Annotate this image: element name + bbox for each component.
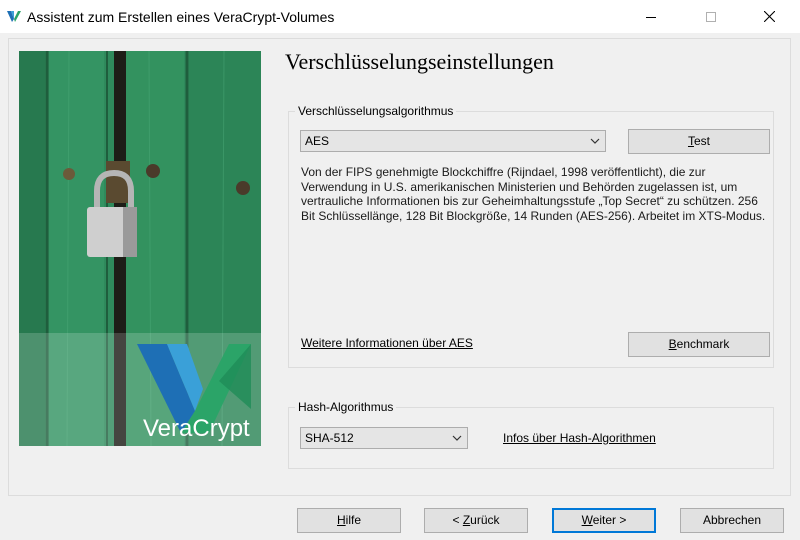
test-button-label: est bbox=[693, 134, 710, 148]
wizard-side-image: VeraCrypt bbox=[19, 51, 261, 446]
next-button[interactable]: Weiter > bbox=[552, 508, 656, 533]
minimize-button[interactable] bbox=[628, 0, 674, 33]
page-title: Verschlüsselungseinstellungen bbox=[285, 49, 554, 74]
help-button-accel: H bbox=[336, 513, 346, 527]
test-button[interactable]: Test bbox=[628, 129, 770, 154]
encryption-algorithm-select[interactable]: AES bbox=[300, 130, 606, 152]
next-button-label: eiter > bbox=[592, 513, 627, 527]
veracrypt-logo-icon bbox=[7, 11, 21, 22]
hash-algorithm-group-label: Hash-Algorithmus bbox=[295, 400, 397, 414]
title-bar: Assistent zum Erstellen eines VeraCrypt-… bbox=[0, 0, 800, 33]
minimize-icon bbox=[646, 16, 656, 18]
more-info-aes-link[interactable]: Weitere Informationen über AES bbox=[301, 336, 473, 350]
benchmark-button-accel: B bbox=[668, 337, 677, 351]
help-button-label: ilfe bbox=[345, 513, 361, 527]
maximize-icon bbox=[706, 11, 716, 22]
benchmark-button-label: enchmark bbox=[676, 337, 730, 351]
padlock-door-image: VeraCrypt bbox=[19, 51, 261, 446]
close-button[interactable] bbox=[746, 0, 792, 33]
cancel-button-label: Abbrechen bbox=[702, 513, 762, 527]
next-button-accel: W bbox=[581, 513, 593, 527]
encryption-algorithm-group-label: Verschlüsselungsalgorithmus bbox=[295, 104, 457, 118]
hash-algorithm-value: SHA-512 bbox=[305, 431, 354, 445]
maximize-button[interactable] bbox=[688, 0, 734, 33]
back-button-prefix: < bbox=[452, 513, 463, 527]
benchmark-button[interactable]: Benchmark bbox=[628, 332, 770, 357]
back-button-label: urück bbox=[470, 513, 500, 527]
algorithm-description: Von der FIPS genehmigte Blockchiffre (Ri… bbox=[301, 165, 766, 223]
chevron-down-icon bbox=[590, 138, 600, 144]
back-button[interactable]: < Zurück bbox=[424, 508, 528, 533]
close-icon bbox=[763, 11, 775, 22]
hash-info-link[interactable]: Infos über Hash-Algorithmen bbox=[503, 431, 656, 445]
cancel-button[interactable]: Abbrechen bbox=[680, 508, 784, 533]
help-button[interactable]: Hilfe bbox=[297, 508, 401, 533]
encryption-algorithm-value: AES bbox=[305, 134, 330, 148]
chevron-down-icon bbox=[452, 435, 462, 441]
window-title: Assistent zum Erstellen eines VeraCrypt-… bbox=[27, 9, 335, 25]
hash-algorithm-select[interactable]: SHA-512 bbox=[300, 427, 468, 449]
veracrypt-brand-text: VeraCrypt bbox=[143, 415, 250, 442]
